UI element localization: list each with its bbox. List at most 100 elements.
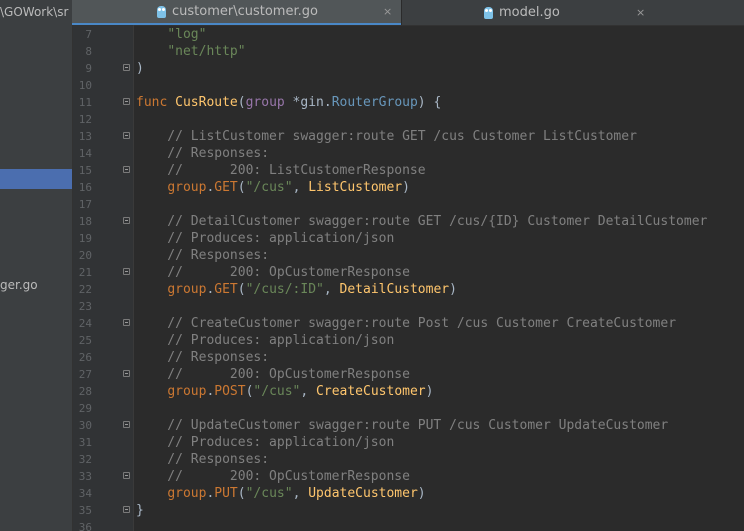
code-line[interactable]: 32 // Responses: xyxy=(73,451,744,468)
line-number: 35 xyxy=(78,504,92,517)
code-line[interactable]: 34 group.PUT("/cus", UpdateCustomer) xyxy=(73,485,744,502)
code-line[interactable]: 18 // DetailCustomer swagger:route GET /… xyxy=(73,213,744,230)
project-path: \GOWork\sr xyxy=(0,5,69,19)
close-icon[interactable]: × xyxy=(383,5,392,18)
code-line[interactable]: 36 xyxy=(73,519,744,531)
code-text: // UpdateCustomer swagger:route PUT /cus… xyxy=(136,418,669,433)
line-number: 29 xyxy=(78,402,92,415)
code-text: // DetailCustomer swagger:route GET /cus… xyxy=(136,214,708,229)
fold-marker-icon[interactable] xyxy=(123,98,130,105)
code-line[interactable]: 8 "net/http" xyxy=(73,43,744,60)
line-number: 10 xyxy=(78,79,92,92)
code-line[interactable]: 31 // Produces: application/json xyxy=(73,434,744,451)
line-number: 33 xyxy=(78,470,92,483)
line-number: 12 xyxy=(78,113,92,126)
line-number: 20 xyxy=(78,249,92,262)
code-line[interactable]: 33 // 200: OpCustomerResponse xyxy=(73,468,744,485)
code-text: // Responses: xyxy=(136,146,270,161)
code-text: group.GET("/cus/:ID", DetailCustomer) xyxy=(167,282,457,297)
line-number: 14 xyxy=(78,147,92,160)
code-line[interactable]: 14 // Responses: xyxy=(73,145,744,162)
code-text: "log" xyxy=(167,27,207,42)
code-text: group.PUT("/cus", UpdateCustomer) xyxy=(167,486,426,501)
go-gopher-icon xyxy=(484,6,493,19)
line-number: 28 xyxy=(78,385,92,398)
code-line[interactable]: 24 // CreateCustomer swagger:route Post … xyxy=(73,315,744,332)
tab-label: customer\customer.go xyxy=(172,4,318,19)
code-text: // 200: OpCustomerResponse xyxy=(136,265,410,280)
code-text: group.GET("/cus", ListCustomer) xyxy=(167,180,410,195)
close-icon[interactable]: × xyxy=(636,6,645,19)
code-line[interactable]: 16 group.GET("/cus", ListCustomer) xyxy=(73,179,744,196)
code-line[interactable]: 19 // Produces: application/json xyxy=(73,230,744,247)
line-number: 32 xyxy=(78,453,92,466)
fold-marker-icon[interactable] xyxy=(123,64,130,71)
fold-marker-icon[interactable] xyxy=(123,370,130,377)
code-line[interactable]: 7 "log" xyxy=(73,26,744,43)
line-number: 17 xyxy=(78,198,92,211)
code-text: // ListCustomer swagger:route GET /cus C… xyxy=(136,129,637,144)
code-line[interactable]: 25 // Produces: application/json xyxy=(73,332,744,349)
code-text: // Responses: xyxy=(136,452,270,467)
code-line[interactable]: 10 xyxy=(73,77,744,94)
line-number: 11 xyxy=(78,96,92,109)
line-number: 22 xyxy=(78,283,92,296)
fold-marker-icon[interactable] xyxy=(123,217,130,224)
code-text: // Produces: application/json xyxy=(136,435,395,450)
code-line[interactable]: 17 xyxy=(73,196,744,213)
line-number: 13 xyxy=(78,130,92,143)
code-line[interactable]: 9) xyxy=(73,60,744,77)
code-text: // 200: OpCustomerResponse xyxy=(136,367,410,382)
fold-marker-icon[interactable] xyxy=(123,421,130,428)
fold-marker-icon[interactable] xyxy=(123,506,130,513)
line-number: 19 xyxy=(78,232,92,245)
code-line[interactable]: 11 func CusRoute(group *gin.RouterGroup) … xyxy=(73,94,744,111)
go-gopher-icon xyxy=(157,5,166,18)
code-line[interactable]: 12 xyxy=(73,111,744,128)
line-number: 21 xyxy=(78,266,92,279)
tab-model-go[interactable]: model.go × xyxy=(401,0,653,25)
code-text: // CreateCustomer swagger:route Post /cu… xyxy=(136,316,677,331)
code-text: // Responses: xyxy=(136,248,270,263)
line-number: 15 xyxy=(78,164,92,177)
line-number: 24 xyxy=(78,317,92,330)
fold-marker-icon[interactable] xyxy=(123,268,130,275)
selected-tree-item[interactable] xyxy=(0,169,72,189)
code-line[interactable]: 35} xyxy=(73,502,744,519)
project-panel: \GOWork\sr ger.go xyxy=(0,0,73,531)
code-text: "net/http" xyxy=(167,44,246,59)
code-line[interactable]: 13 // ListCustomer swagger:route GET /cu… xyxy=(73,128,744,145)
line-number: 8 xyxy=(85,45,92,58)
fold-marker-icon[interactable] xyxy=(123,472,130,479)
code-text: // 200: ListCustomerResponse xyxy=(136,163,426,178)
fold-marker-icon[interactable] xyxy=(123,166,130,173)
code-editor[interactable]: 7 "log" 8 "net/http" 9) 10 11 func CusRoute(g… xyxy=(73,25,744,531)
code-text: // 200: OpCustomerResponse xyxy=(136,469,410,484)
fold-marker-icon[interactable] xyxy=(123,132,130,139)
line-number: 27 xyxy=(78,368,92,381)
code-line[interactable]: 15 // 200: ListCustomerResponse xyxy=(73,162,744,179)
line-number: 36 xyxy=(78,521,92,531)
project-file-item[interactable]: ger.go xyxy=(0,276,72,294)
code-line[interactable]: 26 // Responses: xyxy=(73,349,744,366)
line-number: 7 xyxy=(85,28,92,41)
code-line[interactable]: 22 group.GET("/cus/:ID", DetailCustomer) xyxy=(73,281,744,298)
editor-tab-bar: customer\customer.go × model.go × xyxy=(72,0,744,26)
code-line[interactable]: 30 // UpdateCustomer swagger:route PUT /… xyxy=(73,417,744,434)
code-line[interactable]: 29 xyxy=(73,400,744,417)
line-number: 34 xyxy=(78,487,92,500)
code-text: } xyxy=(136,503,144,518)
code-text: // Produces: application/json xyxy=(136,333,395,348)
line-number: 25 xyxy=(78,334,92,347)
code-line[interactable]: 23 xyxy=(73,298,744,315)
code-line[interactable]: 21 // 200: OpCustomerResponse xyxy=(73,264,744,281)
line-number: 16 xyxy=(78,181,92,194)
code-line[interactable]: 20 // Responses: xyxy=(73,247,744,264)
code-line[interactable]: 28 group.POST("/cus", CreateCustomer) xyxy=(73,383,744,400)
code-text: // Responses: xyxy=(136,350,270,365)
tab-customer-go[interactable]: customer\customer.go × xyxy=(72,0,401,25)
code-text: group.POST("/cus", CreateCustomer) xyxy=(167,384,434,399)
code-text: func CusRoute(group *gin.RouterGroup) { xyxy=(136,95,442,110)
code-line[interactable]: 27 // 200: OpCustomerResponse xyxy=(73,366,744,383)
fold-marker-icon[interactable] xyxy=(123,319,130,326)
